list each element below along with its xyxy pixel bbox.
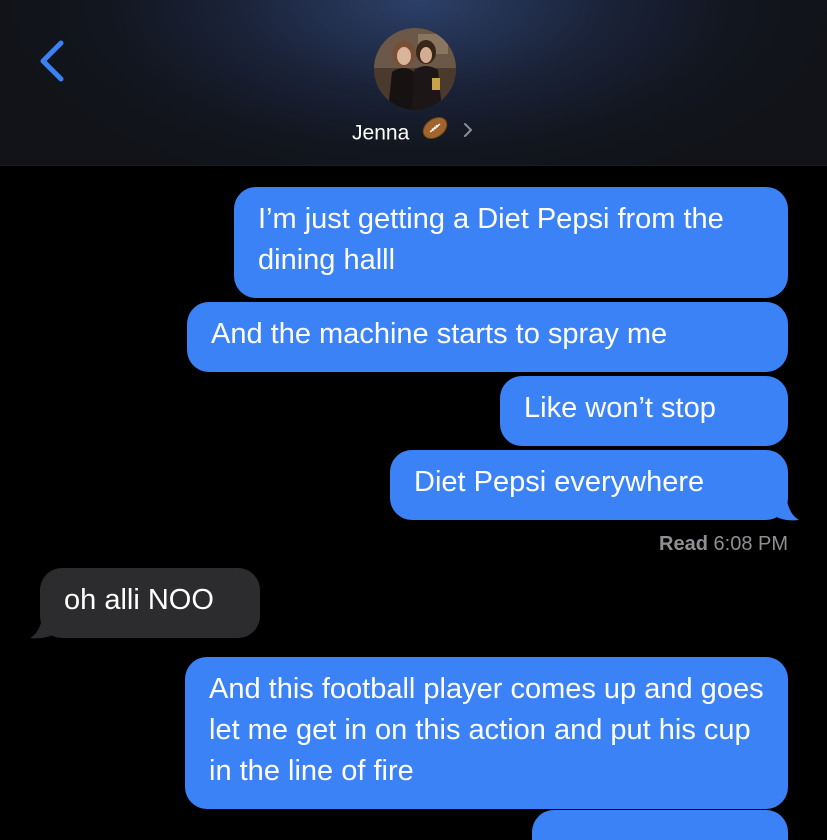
bubble-tail xyxy=(770,494,799,521)
receipt-time: 6:08 PM xyxy=(713,533,788,555)
contact-name: Jenna xyxy=(352,121,410,145)
message-bubble-incoming[interactable]: oh alli NOO xyxy=(40,568,260,638)
message-bubble-outgoing-partial[interactable] xyxy=(532,810,788,840)
contact-name-button[interactable]: Jenna xyxy=(0,116,827,150)
receipt-label: Read xyxy=(659,533,708,555)
chevron-left-icon[interactable] xyxy=(28,36,78,86)
message-bubble-outgoing[interactable]: Diet Pepsi everywhere xyxy=(390,450,788,520)
message-bubble-outgoing[interactable]: I’m just getting a Diet Pepsi from the d… xyxy=(234,187,788,298)
message-text: And this football player comes up and go… xyxy=(209,673,764,787)
message-text: And the machine starts to spray me xyxy=(211,318,668,350)
message-bubble-outgoing[interactable]: And the machine starts to spray me xyxy=(187,302,788,372)
message-text: Like won’t stop xyxy=(524,392,716,424)
conversation-header: Jenna xyxy=(0,0,827,166)
message-text: Diet Pepsi everywhere xyxy=(414,466,705,498)
message-bubble-outgoing[interactable]: Like won’t stop xyxy=(500,376,788,446)
message-text: I’m just getting a Diet Pepsi from the d… xyxy=(258,203,724,276)
read-receipt: Read 6:08 PM xyxy=(659,531,788,557)
american-football-icon xyxy=(421,116,449,151)
message-text: oh alli NOO xyxy=(64,584,214,616)
bubble-tail xyxy=(30,612,59,639)
avatar[interactable] xyxy=(374,28,456,110)
message-bubble-outgoing[interactable]: And this football player comes up and go… xyxy=(185,657,788,809)
header-divider xyxy=(0,165,827,166)
chevron-right-icon xyxy=(461,117,475,151)
